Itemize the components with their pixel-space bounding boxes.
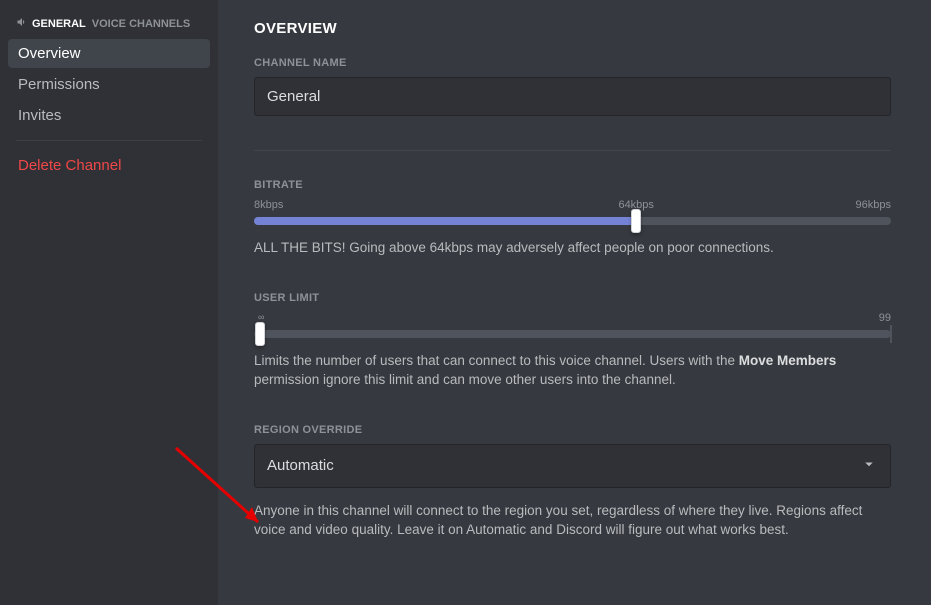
sidebar-item-label: Permissions [18, 76, 100, 93]
sidebar-divider [16, 140, 202, 141]
sidebar-item-permissions[interactable]: Permissions [8, 70, 210, 99]
region-help-text: Anyone in this channel will connect to t… [254, 502, 891, 540]
bitrate-slider-labels: 8kbps 64kbps 96kbps [254, 199, 891, 211]
user-limit-section: USER LIMIT ∞ 99 Limits the number of use… [254, 292, 891, 390]
bitrate-min-label: 8kbps [254, 199, 283, 211]
region-section: REGION OVERRIDE Automatic Anyone in this… [254, 424, 891, 540]
userlimit-slider-endtick [890, 325, 892, 343]
sidebar-header: GENERAL VOICE CHANNELS [8, 16, 210, 37]
region-label: REGION OVERRIDE [254, 424, 891, 436]
divider [254, 150, 891, 151]
settings-sidebar: GENERAL VOICE CHANNELS Overview Permissi… [0, 0, 218, 605]
bitrate-section: BITRATE 8kbps 64kbps 96kbps ALL THE BITS… [254, 179, 891, 258]
sidebar-channel-name: GENERAL [32, 18, 86, 30]
bitrate-max-label: 96kbps [856, 199, 891, 211]
sidebar-item-label: Delete Channel [18, 157, 121, 174]
userlimit-max-label: 99 [879, 312, 891, 324]
userlimit-help-text: Limits the number of users that can conn… [254, 352, 891, 390]
sidebar-item-label: Overview [18, 45, 81, 62]
bitrate-help-text: ALL THE BITS! Going above 64kbps may adv… [254, 239, 891, 258]
userlimit-slider[interactable] [254, 330, 891, 338]
bitrate-slider[interactable] [254, 217, 891, 225]
userlimit-slider-thumb[interactable] [255, 322, 265, 346]
user-limit-label: USER LIMIT [254, 292, 891, 304]
bitrate-slider-thumb[interactable] [631, 209, 641, 233]
sidebar-item-invites[interactable]: Invites [8, 101, 210, 130]
main-content: OVERVIEW CHANNEL NAME BITRATE 8kbps 64kb… [218, 0, 931, 605]
userlimit-slider-labels: ∞ 99 [254, 312, 891, 324]
speaker-icon [16, 16, 28, 31]
sidebar-channel-group: VOICE CHANNELS [92, 18, 190, 30]
channel-name-input[interactable] [254, 77, 891, 116]
chevron-down-icon [860, 455, 878, 477]
sidebar-item-label: Invites [18, 107, 61, 124]
sidebar-item-overview[interactable]: Overview [8, 39, 210, 68]
page-title: OVERVIEW [254, 20, 891, 37]
channel-name-section: CHANNEL NAME [254, 57, 891, 116]
channel-name-label: CHANNEL NAME [254, 57, 891, 69]
region-dropdown-value: Automatic [267, 457, 334, 474]
bitrate-label: BITRATE [254, 179, 891, 191]
bitrate-slider-fill [254, 217, 636, 225]
region-dropdown[interactable]: Automatic [254, 444, 891, 488]
sidebar-item-delete-channel[interactable]: Delete Channel [8, 151, 210, 180]
